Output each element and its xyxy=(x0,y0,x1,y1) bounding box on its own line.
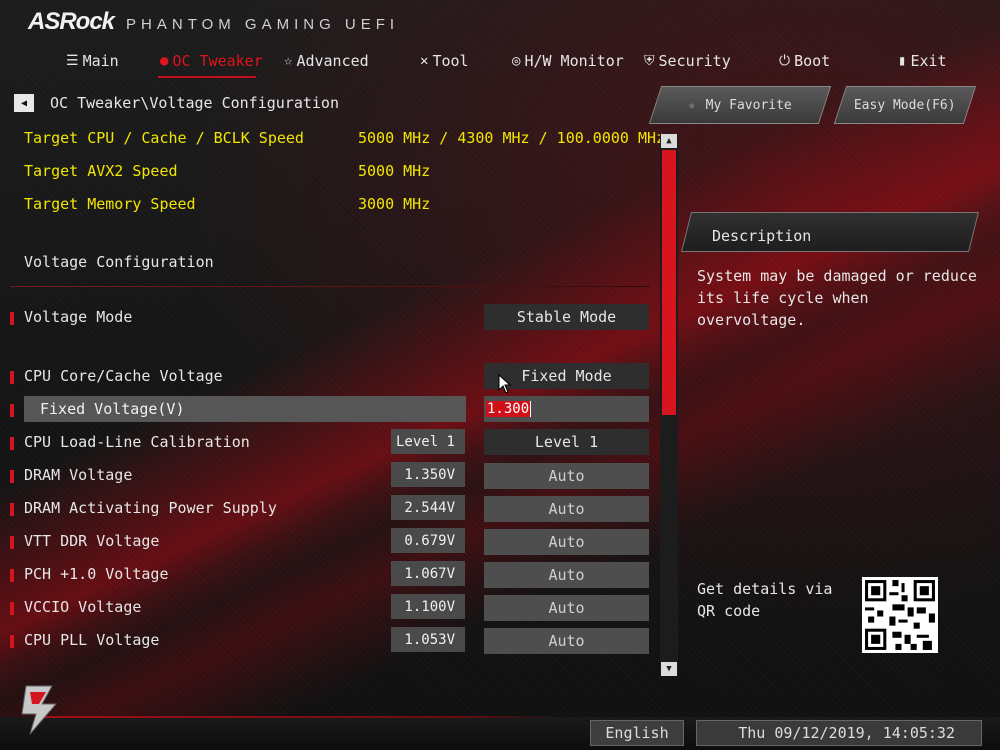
my-favorite-button[interactable]: ★ My Favorite xyxy=(648,86,832,124)
row-current-value: 1.067V xyxy=(391,561,465,586)
tab-boot[interactable]: ⏻ Boot xyxy=(779,48,830,74)
tab-tool[interactable]: ✕ Tool xyxy=(420,48,469,74)
section-divider xyxy=(10,286,650,287)
info-label: Target AVX2 Speed xyxy=(24,162,178,180)
easy-mode-label: Easy Mode(F6) xyxy=(854,97,956,113)
tab-label: H/W Monitor xyxy=(524,52,624,70)
info-label: Target CPU / Cache / BCLK Speed xyxy=(24,129,304,147)
info-value: 3000 MHz xyxy=(358,195,431,213)
footer-accent-line xyxy=(40,716,560,718)
arrow-down-icon: ▼ xyxy=(666,664,672,674)
row-marker xyxy=(10,470,14,483)
scrollbar[interactable]: ▲ ▼ xyxy=(660,134,678,676)
tab-label: Tool xyxy=(432,52,469,70)
scrollbar-thumb[interactable] xyxy=(662,150,676,415)
row-current-value: 1.100V xyxy=(391,594,465,619)
tab-label: Boot xyxy=(794,52,831,70)
asrock-logo: ASRock xyxy=(28,8,115,35)
exit-icon: ▮ xyxy=(898,53,907,69)
tab-exit[interactable]: ▮ Exit xyxy=(898,48,947,74)
tab-label: Security xyxy=(658,52,731,70)
shield-icon: ⛨ xyxy=(644,53,655,69)
star-icon: ★ xyxy=(688,97,696,113)
row-label: CPU Load-Line Calibration xyxy=(24,433,250,451)
row-label: VTT DDR Voltage xyxy=(24,532,160,550)
breadcrumb: OC Tweaker\Voltage Configuration xyxy=(50,94,339,112)
cpu-pll-voltage-select[interactable]: Auto xyxy=(484,628,649,654)
row-marker xyxy=(10,569,14,582)
section-title: Voltage Configuration xyxy=(24,253,214,271)
pch-voltage-select[interactable]: Auto xyxy=(484,562,649,588)
row-marker xyxy=(10,404,14,417)
mouse-cursor-icon xyxy=(498,374,512,394)
tab-advanced[interactable]: ☆ Advanced xyxy=(284,48,369,74)
monitor-icon: ◎ xyxy=(512,53,521,69)
description-text: System may be damaged or reduce its life… xyxy=(697,267,977,329)
easy-mode-button[interactable]: Easy Mode(F6) xyxy=(833,86,977,124)
power-icon: ⏻ xyxy=(779,53,791,69)
tools-icon: ✕ xyxy=(420,53,429,69)
tab-oc-tweaker[interactable]: ● OC Tweaker xyxy=(160,48,263,74)
tab-label: Main xyxy=(82,52,119,70)
main-nav: ☰ Main ● OC Tweaker ☆ Advanced ✕ Tool ◎ … xyxy=(0,48,1000,78)
brand-subtitle: PHANTOM GAMING UEFI xyxy=(126,16,400,33)
row-current-value: 1.053V xyxy=(391,627,465,652)
row-current-value: 1.350V xyxy=(391,462,465,487)
my-favorite-label: My Favorite xyxy=(705,97,792,113)
dram-activating-select[interactable]: Auto xyxy=(484,496,649,522)
list-icon: ☰ xyxy=(66,53,79,69)
arrow-up-icon: ▲ xyxy=(666,136,672,146)
fixed-voltage-input[interactable]: 1.300 xyxy=(484,396,649,422)
back-arrow-icon: ◀ xyxy=(20,97,28,109)
text-caret xyxy=(530,401,532,417)
tab-security[interactable]: ⛨ Security xyxy=(644,48,731,74)
tab-label: OC Tweaker xyxy=(172,52,263,70)
row-current-value: 2.544V xyxy=(391,495,465,520)
voltage-mode-label: Voltage Mode xyxy=(24,308,133,326)
fixed-voltage-label: Fixed Voltage(V) xyxy=(40,400,185,418)
scroll-up-button[interactable]: ▲ xyxy=(661,134,677,148)
load-line-select[interactable]: Level 1 xyxy=(484,429,649,455)
row-label: DRAM Activating Power Supply xyxy=(24,499,277,517)
scroll-down-button[interactable]: ▼ xyxy=(661,662,677,676)
description-title: Description xyxy=(712,227,812,245)
row-marker xyxy=(10,635,14,648)
language-button[interactable]: English xyxy=(590,720,684,746)
row-current-value: Level 1 xyxy=(391,429,465,454)
row-marker xyxy=(10,503,14,516)
flame-icon: ● xyxy=(160,53,169,69)
row-label: CPU PLL Voltage xyxy=(24,631,160,649)
row-current-value: 0.679V xyxy=(391,528,465,553)
star-icon: ☆ xyxy=(284,53,293,69)
row-marker xyxy=(10,536,14,549)
row-marker xyxy=(10,602,14,615)
row-marker xyxy=(10,312,14,325)
tab-main[interactable]: ☰ Main xyxy=(66,48,119,74)
info-value: 5000 MHz xyxy=(358,162,431,180)
row-label: PCH +1.0 Voltage xyxy=(24,565,169,583)
row-marker xyxy=(10,437,14,450)
row-marker xyxy=(10,371,14,384)
vccio-voltage-select[interactable]: Auto xyxy=(484,595,649,621)
active-tab-underline xyxy=(158,76,256,78)
fixed-voltage-value: 1.300 xyxy=(486,401,531,417)
dram-voltage-select[interactable]: Auto xyxy=(484,463,649,489)
qr-caption: Get details via QR code xyxy=(697,580,833,620)
back-button[interactable]: ◀ xyxy=(14,94,34,112)
vtt-ddr-select[interactable]: Auto xyxy=(484,529,649,555)
cpu-core-voltage-label: CPU Core/Cache Voltage xyxy=(24,367,223,385)
row-label: VCCIO Voltage xyxy=(24,598,142,616)
phantom-gaming-logo-icon xyxy=(21,685,58,735)
voltage-mode-select[interactable]: Stable Mode xyxy=(484,304,649,330)
tab-label: Exit xyxy=(910,52,947,70)
tab-label: Advanced xyxy=(296,52,369,70)
row-label: DRAM Voltage xyxy=(24,466,133,484)
info-label: Target Memory Speed xyxy=(24,195,196,213)
datetime-display: Thu 09/12/2019, 14:05:32 xyxy=(696,720,982,746)
tab-hw-monitor[interactable]: ◎ H/W Monitor xyxy=(512,48,624,74)
brand: ASRock PHANTOM GAMING UEFI xyxy=(28,8,399,36)
qr-code xyxy=(862,577,938,653)
info-value: 5000 MHz / 4300 MHz / 100.0000 MHz xyxy=(358,129,666,147)
